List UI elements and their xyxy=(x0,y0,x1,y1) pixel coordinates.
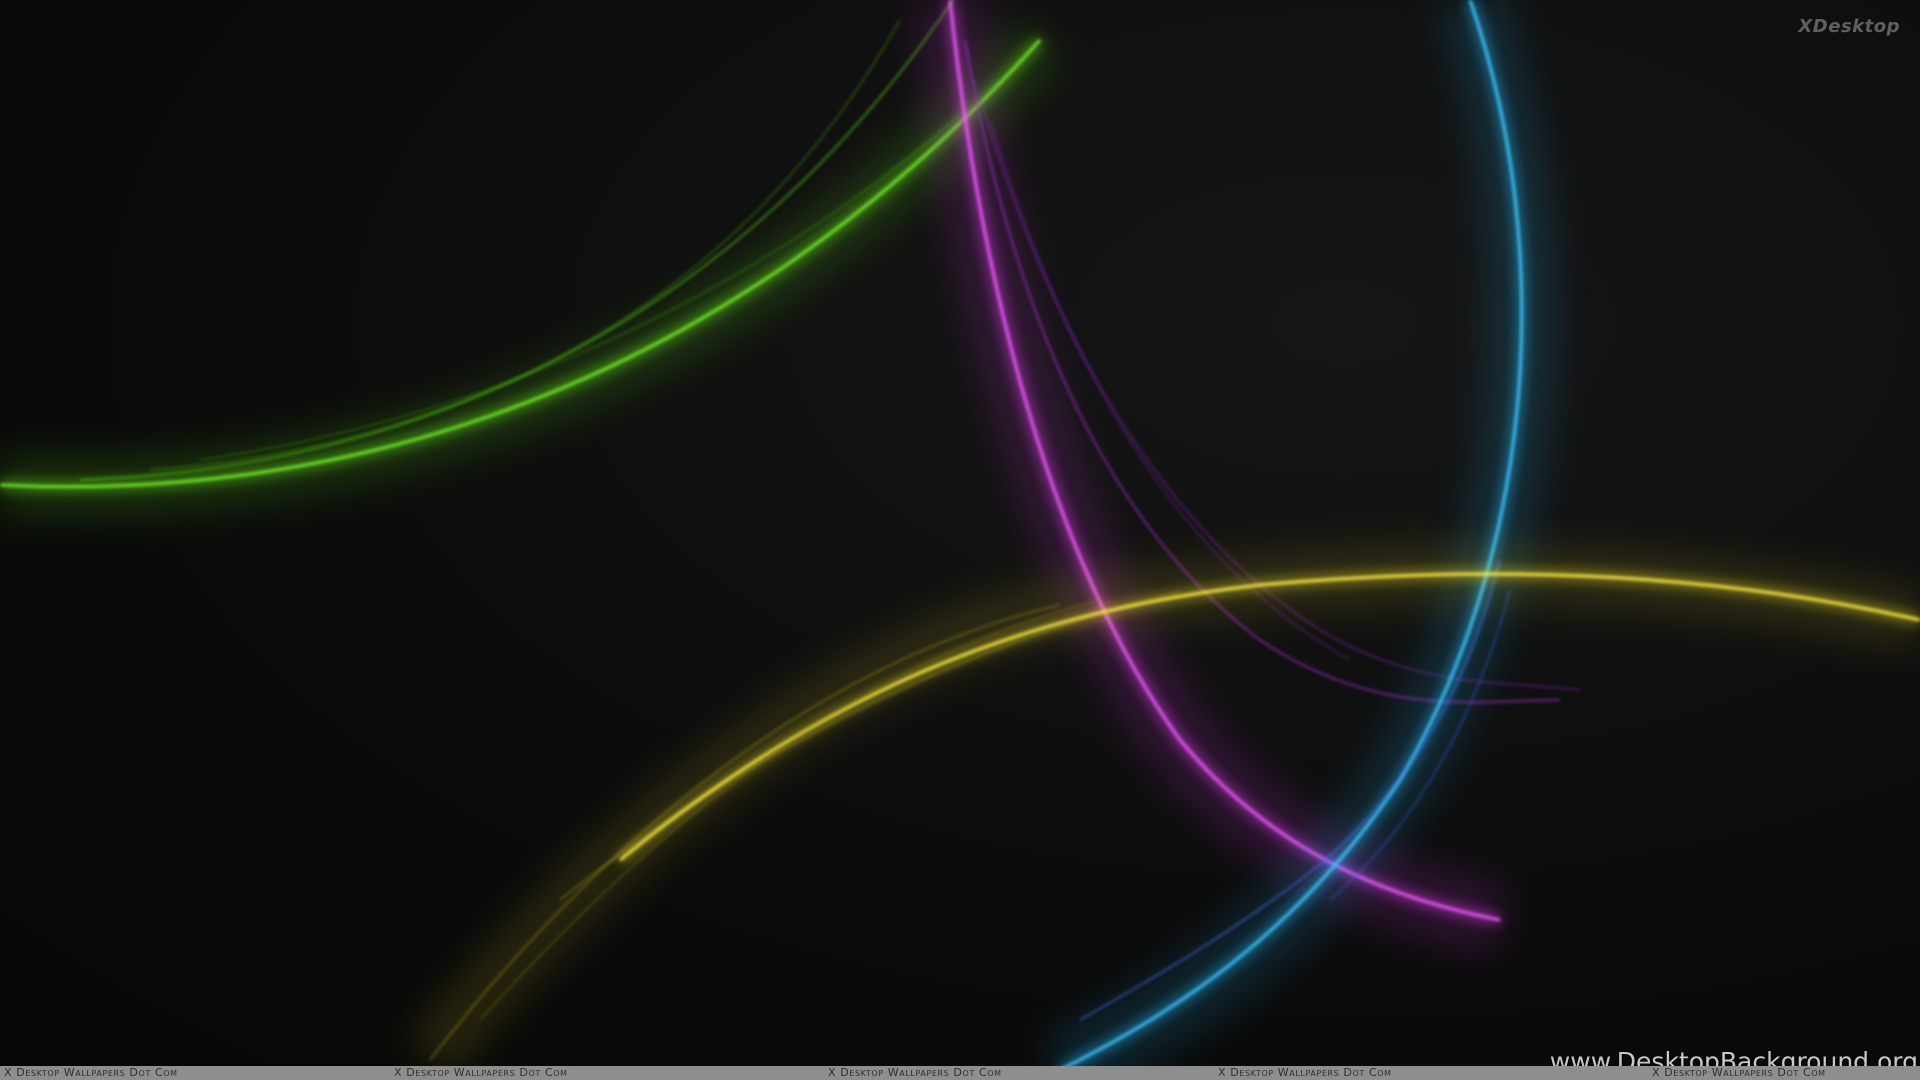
footer-watermark-text: X Desktop Wallpapers Dot Com xyxy=(828,1066,1002,1079)
light-streaks-art xyxy=(0,0,1920,1080)
footer-watermark-text: X Desktop Wallpapers Dot Com xyxy=(394,1066,568,1079)
green-streak xyxy=(0,0,1063,517)
footer-strip: X Desktop Wallpapers Dot Com X Desktop W… xyxy=(0,1066,1920,1080)
xdesktop-logo: XDesktop xyxy=(1798,16,1900,37)
wallpaper: XDesktop www.DesktopBackground.org X Des… xyxy=(0,0,1920,1080)
footer-watermark-text: X Desktop Wallpapers Dot Com xyxy=(1218,1066,1392,1079)
footer-watermark-text: X Desktop Wallpapers Dot Com xyxy=(4,1066,178,1079)
footer-watermark-text: X Desktop Wallpapers Dot Com xyxy=(1652,1066,1826,1079)
